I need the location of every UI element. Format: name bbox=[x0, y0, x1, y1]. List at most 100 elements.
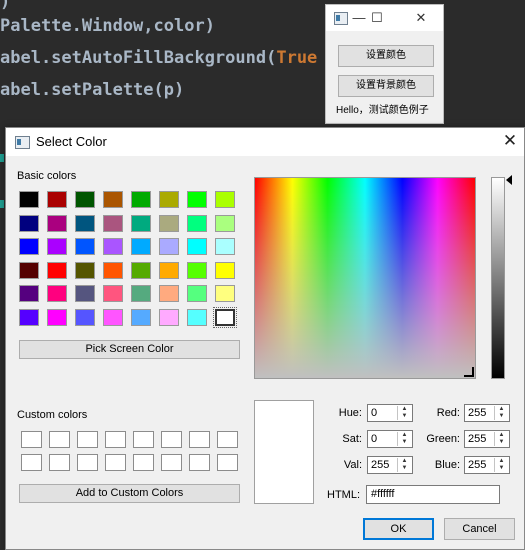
basic-color-swatch[interactable] bbox=[159, 262, 179, 279]
basic-color-swatch[interactable] bbox=[103, 285, 123, 302]
custom-color-slot[interactable] bbox=[21, 454, 42, 471]
basic-color-swatch[interactable] bbox=[19, 238, 39, 255]
custom-color-slot[interactable] bbox=[217, 431, 238, 448]
basic-color-swatch[interactable] bbox=[159, 215, 179, 232]
hue-spinbox[interactable]: 0 ▲ ▼ bbox=[367, 404, 413, 422]
pick-screen-color-button[interactable]: Pick Screen Color bbox=[19, 340, 240, 359]
code-line: abel.setAutoFillBackground(True bbox=[0, 48, 318, 68]
basic-color-swatch[interactable] bbox=[159, 309, 179, 326]
color-spectrum[interactable] bbox=[254, 177, 476, 379]
custom-color-slot[interactable] bbox=[161, 431, 182, 448]
close-icon[interactable]: ✕ bbox=[500, 131, 520, 151]
red-spinbox[interactable]: 255 ▲ ▼ bbox=[464, 404, 510, 422]
basic-color-swatch[interactable] bbox=[47, 191, 67, 208]
basic-color-swatch[interactable] bbox=[159, 238, 179, 255]
custom-color-slot[interactable] bbox=[105, 431, 126, 448]
sat-spinbox[interactable]: 0 ▲ ▼ bbox=[367, 430, 413, 448]
custom-color-slot[interactable] bbox=[217, 454, 238, 471]
basic-color-swatch[interactable] bbox=[47, 309, 67, 326]
basic-color-swatch[interactable] bbox=[47, 238, 67, 255]
basic-color-swatch[interactable] bbox=[187, 215, 207, 232]
hue-value: 0 bbox=[371, 407, 378, 419]
add-to-custom-colors-button[interactable]: Add to Custom Colors bbox=[19, 484, 240, 503]
spin-down-icon[interactable]: ▼ bbox=[398, 439, 411, 446]
maximize-icon[interactable]: ☐ bbox=[368, 9, 386, 27]
spin-up-icon[interactable]: ▲ bbox=[495, 406, 508, 413]
basic-color-swatch[interactable] bbox=[75, 309, 95, 326]
spin-up-icon[interactable]: ▲ bbox=[495, 458, 508, 465]
ok-button[interactable]: OK bbox=[363, 518, 434, 540]
basic-color-swatch[interactable] bbox=[19, 309, 39, 326]
basic-color-swatch[interactable] bbox=[213, 307, 237, 328]
basic-color-swatch[interactable] bbox=[187, 285, 207, 302]
minimize-icon[interactable]: — bbox=[350, 9, 368, 27]
dialog-titlebar: Select Color ✕ bbox=[6, 128, 524, 156]
basic-color-swatch[interactable] bbox=[19, 285, 39, 302]
luminance-slider[interactable] bbox=[491, 177, 505, 379]
set-color-button[interactable]: 设置颜色 bbox=[338, 45, 434, 67]
basic-color-swatch[interactable] bbox=[75, 238, 95, 255]
basic-color-swatch[interactable] bbox=[103, 262, 123, 279]
val-spinbox[interactable]: 255 ▲ ▼ bbox=[367, 456, 413, 474]
blue-spinbox[interactable]: 255 ▲ ▼ bbox=[464, 456, 510, 474]
basic-color-swatch[interactable] bbox=[131, 285, 151, 302]
basic-color-swatch[interactable] bbox=[19, 215, 39, 232]
spin-up-icon[interactable]: ▲ bbox=[398, 406, 411, 413]
close-icon[interactable]: ✕ bbox=[412, 9, 430, 27]
basic-color-swatch[interactable] bbox=[215, 215, 235, 232]
basic-color-swatch[interactable] bbox=[215, 238, 235, 255]
basic-color-swatch[interactable] bbox=[131, 309, 151, 326]
basic-color-swatch[interactable] bbox=[19, 262, 39, 279]
basic-color-swatch[interactable] bbox=[19, 191, 39, 208]
custom-color-slot[interactable] bbox=[49, 454, 70, 471]
cancel-button[interactable]: Cancel bbox=[444, 518, 515, 540]
luminance-arrow-icon[interactable] bbox=[506, 175, 512, 185]
basic-color-swatch[interactable] bbox=[131, 191, 151, 208]
basic-color-swatch[interactable] bbox=[215, 191, 235, 208]
basic-color-swatch[interactable] bbox=[131, 238, 151, 255]
spin-up-icon[interactable]: ▲ bbox=[398, 458, 411, 465]
basic-color-swatch[interactable] bbox=[103, 191, 123, 208]
custom-color-slot[interactable] bbox=[77, 431, 98, 448]
demo-window: — ☐ ✕ 设置颜色 设置背景颜色 Hello，测试颜色例子 bbox=[325, 4, 444, 124]
basic-color-swatch[interactable] bbox=[187, 309, 207, 326]
basic-color-swatch[interactable] bbox=[103, 215, 123, 232]
spin-down-icon[interactable]: ▼ bbox=[398, 413, 411, 420]
custom-color-slot[interactable] bbox=[133, 454, 154, 471]
spin-down-icon[interactable]: ▼ bbox=[398, 465, 411, 472]
custom-color-slot[interactable] bbox=[49, 431, 70, 448]
basic-color-swatch[interactable] bbox=[159, 285, 179, 302]
basic-color-swatch[interactable] bbox=[187, 191, 207, 208]
spin-down-icon[interactable]: ▼ bbox=[495, 439, 508, 446]
basic-color-swatch[interactable] bbox=[131, 262, 151, 279]
custom-color-slot[interactable] bbox=[77, 454, 98, 471]
basic-color-swatch[interactable] bbox=[215, 285, 235, 302]
basic-color-swatch[interactable] bbox=[75, 262, 95, 279]
basic-color-swatch[interactable] bbox=[47, 262, 67, 279]
spin-up-icon[interactable]: ▲ bbox=[495, 432, 508, 439]
basic-color-swatch[interactable] bbox=[103, 309, 123, 326]
html-color-input[interactable]: #ffffff bbox=[366, 485, 500, 504]
basic-color-swatch[interactable] bbox=[187, 262, 207, 279]
basic-color-swatch[interactable] bbox=[187, 238, 207, 255]
basic-color-swatch[interactable] bbox=[103, 238, 123, 255]
spin-down-icon[interactable]: ▼ bbox=[495, 465, 508, 472]
custom-color-slot[interactable] bbox=[189, 454, 210, 471]
custom-color-slot[interactable] bbox=[133, 431, 154, 448]
custom-color-slot[interactable] bbox=[105, 454, 126, 471]
green-spinbox[interactable]: 255 ▲ ▼ bbox=[464, 430, 510, 448]
basic-color-swatch[interactable] bbox=[75, 215, 95, 232]
set-background-color-button[interactable]: 设置背景颜色 bbox=[338, 75, 434, 97]
spin-down-icon[interactable]: ▼ bbox=[495, 413, 508, 420]
basic-color-swatch[interactable] bbox=[215, 262, 235, 279]
spin-up-icon[interactable]: ▲ bbox=[398, 432, 411, 439]
basic-color-swatch[interactable] bbox=[159, 191, 179, 208]
basic-color-swatch[interactable] bbox=[131, 215, 151, 232]
custom-color-slot[interactable] bbox=[189, 431, 210, 448]
basic-color-swatch[interactable] bbox=[75, 191, 95, 208]
custom-color-slot[interactable] bbox=[21, 431, 42, 448]
basic-color-swatch[interactable] bbox=[47, 285, 67, 302]
custom-color-slot[interactable] bbox=[161, 454, 182, 471]
basic-color-swatch[interactable] bbox=[47, 215, 67, 232]
basic-color-swatch[interactable] bbox=[75, 285, 95, 302]
